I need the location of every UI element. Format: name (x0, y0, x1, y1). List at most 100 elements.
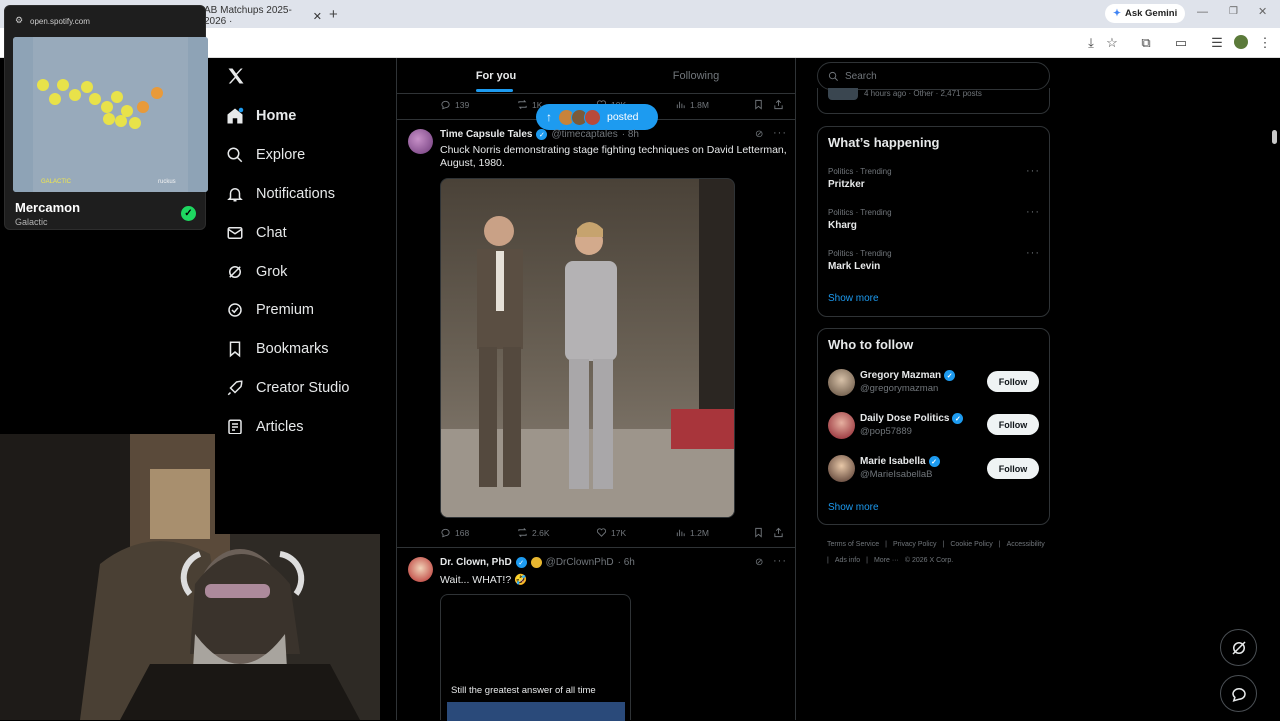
show-more-link[interactable]: Show more (828, 293, 879, 304)
follow-button[interactable]: Follow (987, 414, 1039, 435)
nav-bookmarks[interactable]: Bookmarks (226, 337, 329, 361)
trend-item[interactable]: Politics · Trending Mark Levin (828, 249, 892, 272)
new-posts-pill[interactable]: ↑ posted (536, 104, 658, 130)
spotify-mini-player[interactable]: ⚙ open.spotify.com GALACTIC ruckus Merca… (4, 5, 208, 230)
x-logo-icon[interactable] (226, 66, 246, 86)
reading-list-icon[interactable]: ☰ (1208, 34, 1226, 52)
more-options-icon[interactable]: ··· (773, 555, 787, 567)
site-settings-icon[interactable]: ⚙ (15, 15, 23, 26)
views-button[interactable]: 1.8M (675, 99, 709, 110)
page-scrollbar[interactable] (1272, 130, 1277, 144)
nav-chat[interactable]: Chat (226, 221, 287, 245)
post-video[interactable] (440, 178, 735, 518)
restore-icon[interactable]: ❐ (1229, 6, 1238, 17)
user-name: Daily Dose Politics (860, 413, 950, 424)
reply-button[interactable]: 168 (440, 527, 469, 538)
follow-suggestion[interactable]: Marie Isabella ✓ @MarieIsabellaB (860, 456, 940, 480)
nav-notifications[interactable]: Notifications (226, 182, 335, 206)
post-divider (396, 547, 796, 548)
footer-link-more[interactable]: More ··· (874, 555, 899, 567)
grok-floating-button[interactable] (1220, 629, 1257, 666)
author-handle[interactable]: @timecaptales (551, 129, 617, 140)
post-video[interactable]: Still the greatest answer of all time (440, 594, 631, 721)
track-title[interactable]: Mercamon (15, 200, 80, 215)
messages-floating-button[interactable] (1220, 675, 1257, 712)
webcam-feed (0, 434, 380, 720)
nav-home[interactable]: Home (226, 104, 296, 128)
more-options-icon[interactable]: ··· (773, 127, 787, 139)
show-more-link[interactable]: Show more (828, 502, 879, 513)
grok-icon (1231, 640, 1246, 655)
ask-gemini-button[interactable]: ✦ Ask Gemini (1105, 4, 1186, 23)
grok-post-icon[interactable]: ⊘ (755, 557, 763, 568)
author-name[interactable]: Dr. Clown, PhD (440, 557, 512, 568)
avatar[interactable] (408, 129, 433, 154)
nav-label: Home (256, 108, 297, 124)
window-close-icon[interactable]: ✕ (1258, 5, 1267, 18)
video-thumbnail (447, 702, 625, 721)
nav-creator-studio[interactable]: Creator Studio (226, 376, 350, 400)
author-handle[interactable]: @DrClownPhD (546, 557, 614, 568)
profile-avatar[interactable] (1234, 35, 1248, 49)
browser-tab[interactable]: AB Matchups 2025-2026 · ✕ (204, 4, 322, 28)
post-text: Chuck Norris demonstrating stage fightin… (440, 144, 787, 169)
share-icon[interactable] (773, 99, 784, 110)
post-time[interactable]: · 6h (618, 557, 635, 568)
footer-link-terms[interactable]: Terms of Service (827, 539, 879, 551)
author-name[interactable]: Time Capsule Tales (440, 129, 532, 140)
repost-button[interactable]: 2.6K (517, 527, 550, 538)
views-button[interactable]: 1.2M (675, 527, 709, 538)
more-options-icon[interactable]: ··· (1026, 247, 1040, 259)
footer-link-accessibility[interactable]: Accessibility (1007, 539, 1045, 551)
follow-button[interactable]: Follow (987, 371, 1039, 392)
live-card[interactable]: 4 hours ago · Other · 2,471 posts (817, 88, 1050, 114)
avatar[interactable] (408, 557, 433, 582)
install-app-icon[interactable]: ⤓ (1082, 34, 1100, 52)
bookmark-post-icon[interactable] (753, 99, 764, 110)
nav-label: Bookmarks (256, 341, 329, 357)
post-time[interactable]: · 8h (622, 129, 639, 140)
search-box[interactable]: Search (817, 62, 1050, 90)
trend-item[interactable]: Politics · Trending Kharg (828, 208, 892, 231)
track-artist[interactable]: Galactic (15, 217, 48, 227)
more-options-icon[interactable]: ··· (1026, 165, 1040, 177)
cast-icon[interactable]: ▭ (1172, 34, 1190, 52)
new-tab-icon[interactable]: + (329, 6, 338, 23)
like-count: 17K (611, 527, 627, 538)
album-art-text: GALACTIC (41, 179, 72, 185)
tab-title: AB Matchups 2025-2026 · (204, 5, 292, 27)
share-icon[interactable] (773, 527, 784, 538)
trend-category: Politics · Trending (828, 167, 892, 176)
footer-link-privacy[interactable]: Privacy Policy (893, 539, 937, 551)
bookmark-post-icon[interactable] (753, 527, 764, 538)
avatar[interactable] (828, 455, 855, 482)
tab-close-icon[interactable]: ✕ (313, 10, 322, 23)
nav-premium[interactable]: Premium (226, 298, 314, 322)
trend-item[interactable]: Politics · Trending Pritzker (828, 167, 892, 190)
more-options-icon[interactable]: ··· (1026, 206, 1040, 218)
tab-label: For you (475, 70, 517, 82)
follow-button[interactable]: Follow (987, 458, 1039, 479)
avatar[interactable] (828, 412, 855, 439)
saved-check-icon[interactable]: ✓ (181, 206, 196, 221)
nav-label: Creator Studio (256, 380, 350, 396)
tab-following[interactable]: Following (596, 62, 796, 90)
grok-post-icon[interactable]: ⊘ (755, 129, 763, 140)
reply-count: 139 (455, 99, 470, 110)
tab-for-you[interactable]: For you (396, 62, 596, 90)
minimize-icon[interactable]: — (1197, 6, 1208, 18)
gemini-icon: ✦ (1113, 8, 1121, 19)
avatar[interactable] (828, 369, 855, 396)
browser-menu-icon[interactable]: ⋮ (1256, 34, 1274, 52)
footer-link-cookie[interactable]: Cookie Policy (950, 539, 992, 551)
nav-grok[interactable]: Grok (226, 260, 287, 284)
bookmark-star-icon[interactable]: ☆ (1103, 34, 1121, 52)
follow-suggestion[interactable]: Daily Dose Politics ✓ @pop57889 (860, 413, 964, 437)
nav-explore[interactable]: Explore (226, 143, 305, 167)
footer-link-ads[interactable]: Ads info (835, 555, 860, 567)
extensions-icon[interactable]: ⧉ (1137, 34, 1155, 52)
like-button[interactable]: 17K (596, 527, 626, 538)
reply-button[interactable]: 139 (440, 99, 469, 110)
follow-suggestion[interactable]: Gregory Mazman ✓ @gregorymazman (860, 370, 956, 394)
trend-name: Pritzker (828, 179, 865, 190)
